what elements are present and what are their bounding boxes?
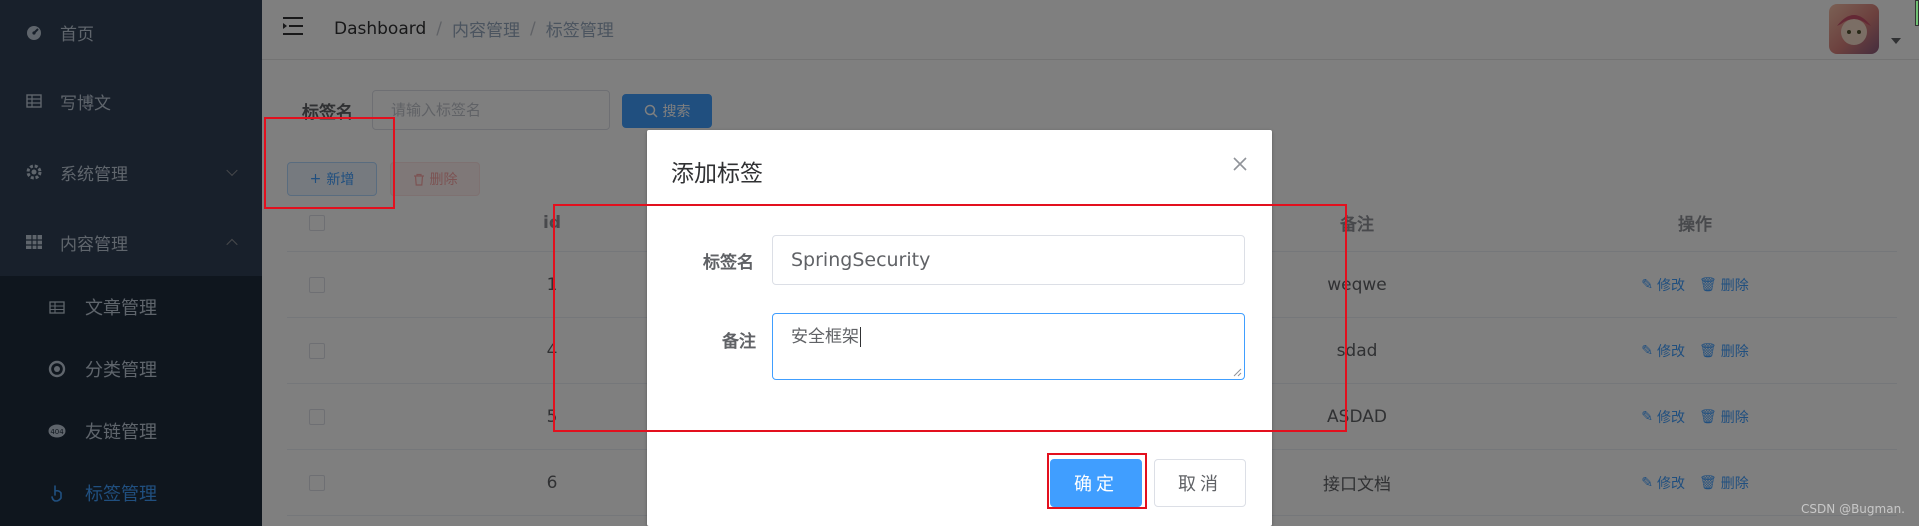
annotation-box	[1047, 453, 1147, 509]
scroll-indicator	[1915, 0, 1919, 26]
annotation-box	[264, 117, 395, 209]
dialog-title: 添加标签	[671, 161, 763, 187]
cancel-button[interactable]: 取消	[1154, 459, 1246, 507]
annotation-box	[553, 204, 1347, 432]
close-icon[interactable]	[1232, 156, 1248, 172]
watermark: CSDN @Bugman.	[1801, 502, 1905, 516]
